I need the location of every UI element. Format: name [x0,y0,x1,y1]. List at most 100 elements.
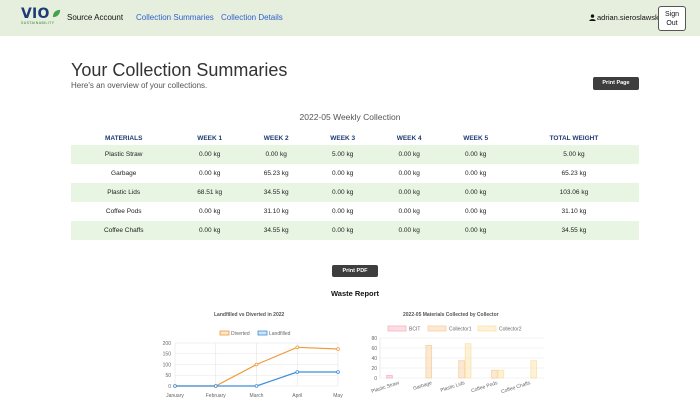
bar [464,343,472,379]
legend-swatch [427,325,447,332]
table-cell: 0.00 kg [375,183,443,202]
y-tick-label: 150 [163,352,172,358]
data-point [295,345,300,350]
legend-label: Landfilled [269,331,291,337]
table-cell: 65.23 kg [561,170,587,177]
table-cell: Plastic Straw [71,145,177,164]
y-tick-label: 80 [371,336,377,342]
table-cell: 31.10 kg [263,208,289,215]
legend-swatch [477,325,497,332]
nav-source-account[interactable]: Source Account [67,13,123,22]
table-cell: 0.00 kg [242,145,310,164]
bar [425,344,433,379]
table-cell: 34.55 kg [242,183,310,202]
y-tick-label: 200 [163,341,172,347]
table-cell: 0.00 kg [398,208,420,215]
table-cell: 0.00 kg [309,221,376,240]
x-tick-label: February [206,393,227,399]
x-tick-label: Coffee Pods [470,380,498,394]
table-cell: 0.00 kg [176,145,243,164]
waste-report-title: Waste Report [330,289,380,298]
brand-name: VIO [21,6,50,22]
x-tick-label: March [250,393,264,399]
column-header: WEEK 4 [396,134,422,142]
data-point [336,370,340,374]
bar [497,369,505,379]
table-cell: 0.00 kg [442,221,509,240]
x-tick-label: May [333,393,343,399]
legend-swatch [257,330,268,336]
table-cell: Coffee Chaffs [71,221,177,240]
table-cell: 0.00 kg [375,145,443,164]
y-tick-label: 60 [371,346,377,352]
table-cell: Garbage [111,170,137,177]
page-title: Your Collection Summaries [71,60,288,80]
column-header: WEEK 1 [197,134,223,142]
column-header: MATERIALS [104,134,143,142]
print-pdf-button[interactable]: Print PDF [332,265,378,277]
nav-collection-details[interactable]: Collection Details [221,13,283,22]
legend-swatch [387,325,407,332]
username: adrian.sieroslawski [597,13,661,22]
landfilled-vs-diverted-chart: Diverted Landfilled 0 50 100 150 200 January Feb… [163,330,343,399]
table-cell: Plastic Lids [71,183,177,202]
top-navbar: VIO SUSTAINABILITY Source Account Collec… [0,0,700,36]
table-cell: 0.00 kg [464,208,487,215]
materials-by-collector-chart: BCIT Collector1 Collector2 0 20 40 60 80 Plastic… [371,325,544,395]
brand-logo[interactable]: VIO SUSTAINABILITY [21,6,61,28]
y-tick-label: 0 [374,376,377,382]
table-row: Plastic Straw 0.00 kg 0.00 kg 5.00 kg 0.… [71,145,639,164]
print-page-button[interactable]: Print Page [593,77,639,90]
data-point [336,347,340,351]
x-tick-label: January [166,393,184,399]
bar [386,375,393,379]
table-cell: 0.00 kg [398,170,420,177]
data-point [254,384,259,388]
leaf-icon [52,9,61,18]
table-cell: 0.00 kg [332,208,354,215]
column-header: WEEK 2 [263,134,289,142]
bar [458,360,465,379]
table-cell: 65.23 kg [263,170,289,177]
table-cell: 103.06 kg [508,183,639,202]
y-tick-label: 40 [371,356,377,362]
y-tick-label: 20 [371,366,377,372]
table-header-row: MATERIALS WEEK 1 WEEK 2 WEEK 3 WEEK 4 WE… [71,131,639,145]
table-row: Plastic Lids 68.51 kg 34.55 kg 0.00 kg 0… [71,183,639,202]
table-row: Coffee Chaffs 0.00 kg 34.55 kg 0.00 kg 0… [71,221,639,240]
column-header: TOTAL WEIGHT [549,134,599,142]
data-point [295,370,300,374]
data-point [213,384,218,388]
legend-label: Collector2 [499,327,522,333]
table-cell: 0.00 kg [199,170,221,177]
brand-tagline: SUSTAINABILITY [21,21,55,25]
bar [491,369,498,379]
user-icon [589,14,596,21]
bar [530,360,537,379]
page-subtitle: Here's an overview of your collections. [71,81,208,90]
table-cell: 34.55 kg [508,221,639,240]
table-cell: 34.55 kg [242,221,310,240]
column-header: WEEK 3 [330,134,356,142]
x-tick-label: Coffee Chaffs [500,380,531,395]
column-header: WEEK 5 [463,134,489,142]
legend-label: BCIT [409,327,420,333]
line-chart-title: Landfilled vs Diverted in 2022 [214,312,285,318]
table-cell: 0.00 kg [309,183,376,202]
sign-out-button[interactable]: Sign Out [658,6,686,31]
user-account[interactable]: adrian.sieroslawski [589,13,660,22]
legend-label: Collector1 [449,327,472,333]
x-tick-label: Plastic Lids [440,380,466,394]
table-cell: 5.00 kg [508,145,639,164]
legend-swatch [219,330,230,336]
data-point [173,384,177,388]
x-tick-label: April [292,393,302,399]
nav-collection-summaries[interactable]: Collection Summaries [136,13,214,22]
table-row: Coffee Pods 0.00 kg 31.10 kg 0.00 kg 0.0… [71,202,639,221]
table-cell: 0.00 kg [375,221,443,240]
x-tick-label: Plastic Straw [371,380,401,395]
table-cell: Coffee Pods [105,208,142,215]
x-tick-label: Garbage [412,380,433,392]
legend-label: Diverted [231,331,250,337]
table-cell: 5.00 kg [309,145,376,164]
